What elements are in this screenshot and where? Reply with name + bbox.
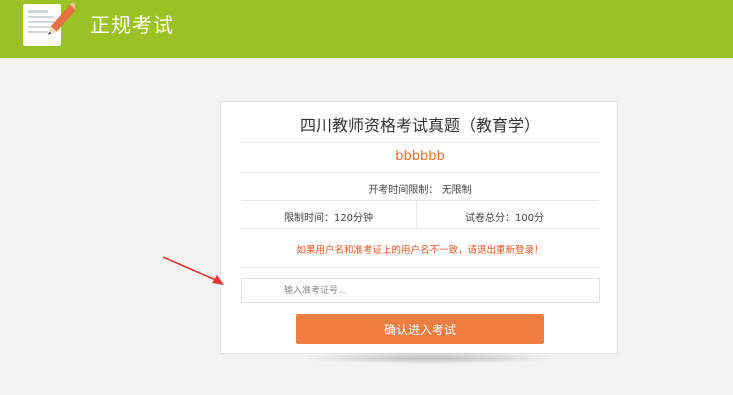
time-limit: 限制时间：120分钟	[283, 213, 374, 224]
username-label: bbbbbb	[395, 149, 445, 164]
start-time-limit: 开考时间限制： 无限制	[368, 185, 472, 196]
divider	[241, 142, 599, 143]
divider	[241, 200, 599, 201]
notepad-pencil-icon	[23, 3, 75, 46]
warning-text: 如果用户名和准考证上的用户名不一致，请退出	[296, 245, 496, 256]
divider	[241, 228, 599, 229]
top-header-bar: 正规考试	[0, 0, 733, 58]
exam-title: 四川教师资格考试真题（教育学）	[299, 116, 540, 135]
red-arrow-icon	[162, 256, 224, 285]
relogin-link[interactable]: 重新登录	[496, 245, 534, 256]
exam-info-card: 四川教师资格考试真题（教育学） bbbbbb 开考时间限制： 无限制 限制时间：…	[220, 101, 618, 354]
username-mismatch-warning: 如果用户名和准考证上的用户名不一致，请退出重新登录！	[221, 242, 619, 256]
divider	[241, 267, 599, 268]
app-title: 正规考试	[90, 13, 174, 37]
warning-suffix: ！	[534, 245, 544, 256]
confirm-enter-exam-button[interactable]: 确认进入考试	[296, 314, 544, 344]
total-score: 试卷总分：100分	[464, 213, 545, 224]
divider	[241, 172, 599, 173]
card-shadow	[305, 352, 555, 364]
ticket-number-input[interactable]	[241, 278, 600, 303]
